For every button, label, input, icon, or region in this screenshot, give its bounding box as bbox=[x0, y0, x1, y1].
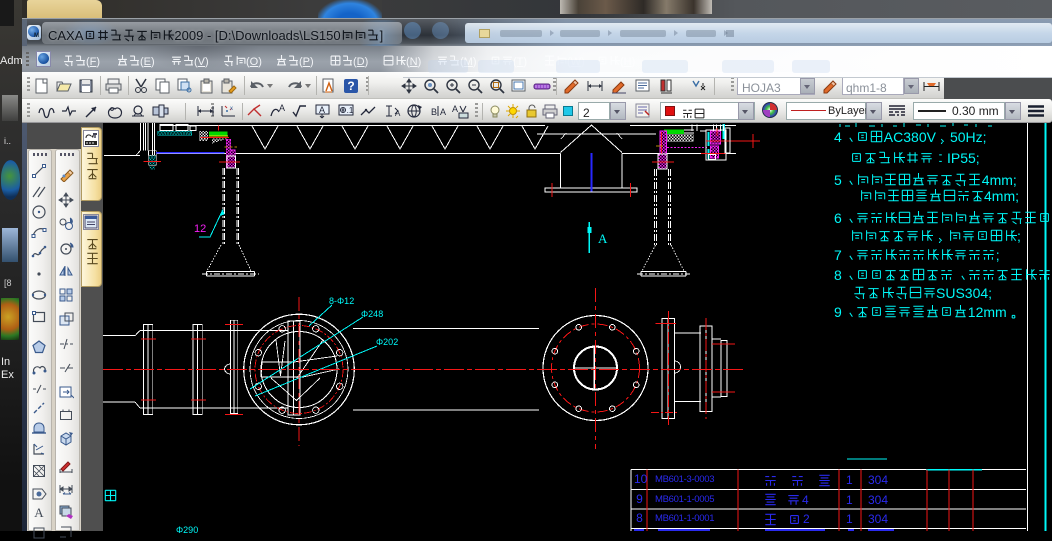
svg-text:A: A bbox=[452, 104, 458, 114]
svg-text:A: A bbox=[440, 107, 446, 117]
svg-text:.1: .1 bbox=[347, 106, 354, 115]
svg-text:A: A bbox=[34, 505, 44, 520]
svg-text:A: A bbox=[279, 103, 285, 113]
svg-text:x: x bbox=[230, 106, 233, 112]
svg-text:A: A bbox=[319, 105, 325, 115]
svg-text:?: ? bbox=[347, 79, 354, 93]
svg-text:B: B bbox=[431, 107, 437, 117]
svg-text:A: A bbox=[395, 109, 401, 118]
